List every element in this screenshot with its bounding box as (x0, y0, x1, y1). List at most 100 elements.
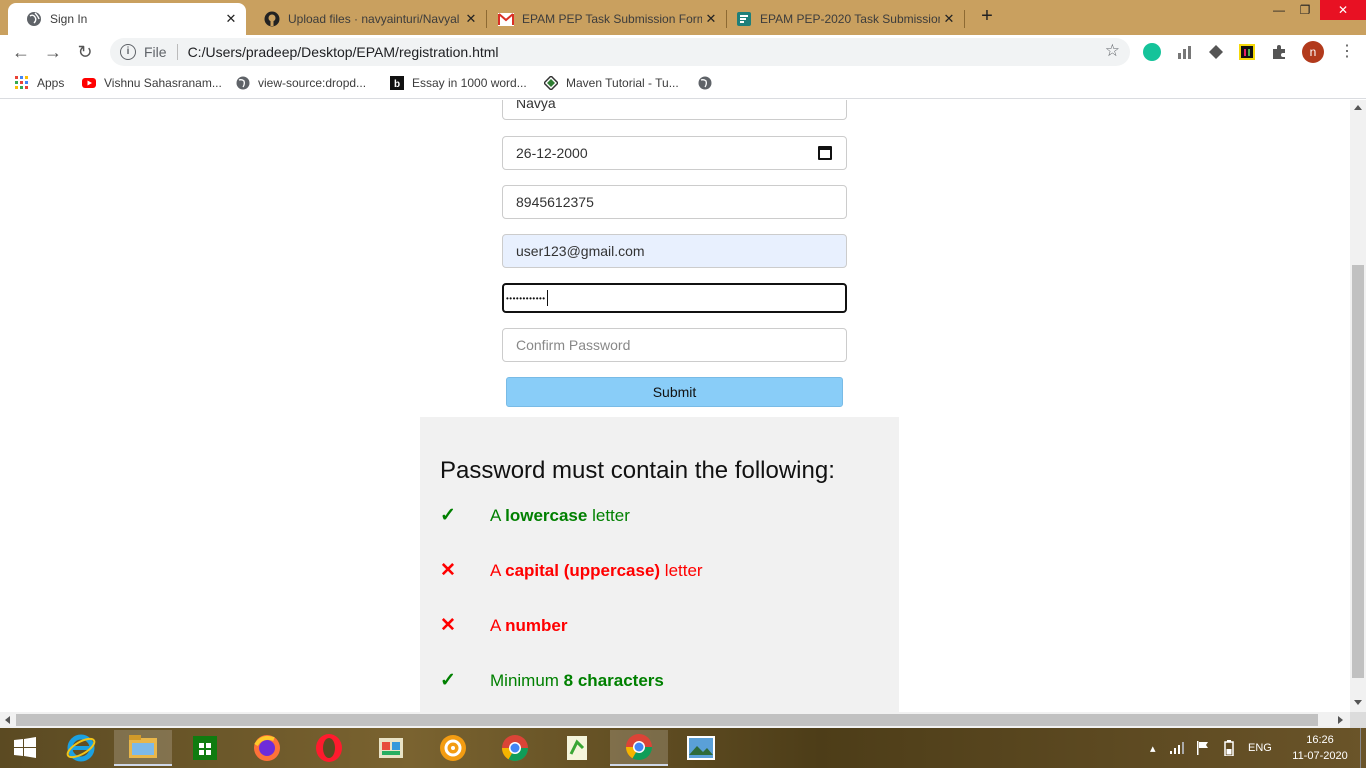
globe-icon (698, 76, 712, 90)
bookmark-view-source[interactable]: view-source:dropd... (236, 76, 366, 90)
apps-grid-icon (15, 76, 29, 90)
rule-prefix: A (490, 560, 506, 580)
password-field[interactable]: •••••••••••• (502, 283, 847, 313)
password-requirements-panel: Password must contain the following: ✓ A… (420, 417, 899, 712)
scroll-left-arrow-icon[interactable] (5, 716, 10, 724)
scheme-label: File (144, 44, 167, 60)
rule-suffix: letter (587, 505, 630, 525)
name-field[interactable]: Navya (502, 100, 847, 120)
analytics-extension-icon[interactable] (1176, 43, 1194, 61)
site-info-icon[interactable]: i (120, 44, 136, 60)
store-icon[interactable] (176, 730, 234, 766)
calendar-icon[interactable] (818, 146, 832, 160)
profile-avatar[interactable]: n (1302, 41, 1324, 63)
dob-field[interactable]: 26-12-2000 (502, 136, 847, 170)
gmail-icon (498, 11, 514, 27)
extension-layers-icon[interactable] (1207, 43, 1225, 61)
scroll-right-arrow-icon[interactable] (1338, 716, 1343, 724)
rule-prefix: A (490, 505, 506, 525)
bookmark-apps[interactable]: Apps (15, 76, 64, 90)
bookmark-label: view-source:dropd... (258, 76, 367, 90)
close-tab-icon[interactable]: ✕ (462, 11, 480, 27)
show-desktop-button[interactable] (1360, 728, 1366, 768)
vlc-icon[interactable] (424, 730, 482, 766)
rule-keyword: 8 characters (563, 670, 664, 690)
tab-divider (964, 10, 965, 28)
action-center-flag-icon[interactable] (1196, 728, 1210, 768)
phone-value: 8945612375 (516, 194, 594, 210)
scrollbar-corner (1350, 712, 1366, 728)
firefox-icon[interactable] (238, 730, 296, 766)
grammarly-icon[interactable] (1143, 43, 1161, 61)
vertical-scroll-thumb[interactable] (1352, 265, 1364, 678)
email-value: user123@gmail.com (516, 243, 645, 259)
maven-icon (542, 74, 560, 92)
close-tab-icon[interactable]: ✕ (222, 11, 240, 27)
opera-icon[interactable] (300, 730, 358, 766)
browser-toolbar: ← → ↻ i File C:/Users/pradeep/Desktop/EP… (0, 35, 1366, 69)
notepad-plus-icon[interactable] (548, 730, 606, 766)
browser-tab-strip: Sign In ✕ Upload files · navyainturi/Nav… (0, 0, 1366, 35)
tab-epam-pep-form[interactable]: EPAM PEP Task Submission Form ✕ (480, 3, 726, 35)
horizontal-scroll-thumb[interactable] (16, 714, 1318, 726)
essay-icon: b (390, 76, 404, 90)
extensions-puzzle-icon[interactable] (1270, 43, 1288, 61)
vertical-scrollbar[interactable] (1350, 100, 1366, 712)
phone-field[interactable]: 8945612375 (502, 185, 847, 219)
rule-uppercase: ✕ A capital (uppercase) letter (440, 559, 703, 582)
globe-icon (26, 11, 42, 27)
rule-keyword: number (505, 615, 568, 635)
new-tab-button[interactable]: + (976, 5, 998, 27)
windows-taskbar: ▴ ENG 16:26 11-07-2020 (0, 728, 1366, 768)
bookmark-label: Apps (37, 76, 65, 90)
reload-button[interactable]: ↻ (74, 41, 96, 63)
battery-icon[interactable] (1224, 728, 1234, 768)
text-caret (546, 290, 548, 306)
restore-button[interactable]: ❐ (1290, 0, 1320, 20)
internet-explorer-icon[interactable] (52, 730, 110, 766)
control-panel-icon[interactable] (362, 730, 420, 766)
bookmark-label: Vishnu Sahasranam... (104, 76, 222, 90)
rule-lowercase: ✓ A lowercase letter (440, 504, 630, 527)
back-button[interactable]: ← (10, 41, 32, 63)
bookmark-label: Maven Tutorial - Tu... (566, 76, 679, 90)
close-tab-icon[interactable]: ✕ (940, 11, 958, 27)
notion-extension-icon[interactable] (1238, 43, 1256, 61)
tab-upload-files[interactable]: Upload files · navyainturi/Navyal ✕ (246, 3, 486, 35)
menu-kebab-icon[interactable]: ⋮ (1336, 41, 1358, 63)
bookmark-star-icon[interactable]: ☆ (1105, 41, 1120, 61)
email-field[interactable]: user123@gmail.com (502, 234, 847, 268)
url-text: C:/Users/pradeep/Desktop/EPAM/registrati… (187, 44, 499, 60)
chrome-icon[interactable] (486, 730, 544, 766)
tab-sign-in[interactable]: Sign In ✕ (8, 3, 246, 35)
rule-number: ✕ A number (440, 614, 567, 637)
system-clock[interactable]: 16:26 11-07-2020 (1290, 732, 1350, 764)
language-indicator[interactable]: ENG (1248, 728, 1272, 768)
address-bar[interactable]: i File C:/Users/pradeep/Desktop/EPAM/reg… (110, 38, 1130, 66)
scroll-up-arrow-icon[interactable] (1354, 105, 1362, 110)
globe-icon (236, 76, 250, 90)
chrome-active-icon[interactable] (610, 730, 668, 766)
bookmark-globe[interactable] (698, 76, 720, 90)
scroll-down-arrow-icon[interactable] (1354, 700, 1362, 705)
rule-prefix: Minimum (490, 670, 564, 690)
clock-date: 11-07-2020 (1292, 750, 1348, 762)
bookmark-label: Essay in 1000 word... (412, 76, 527, 90)
close-window-button[interactable]: ✕ (1320, 0, 1366, 20)
bookmark-maven[interactable]: Maven Tutorial - Tu... (542, 74, 679, 92)
show-hidden-icons-icon[interactable]: ▴ (1150, 728, 1156, 768)
file-explorer-icon[interactable] (114, 730, 172, 766)
rule-keyword: capital (uppercase) (505, 560, 661, 580)
windows-start-icon[interactable] (0, 730, 50, 766)
photos-icon[interactable] (672, 730, 730, 766)
submit-button[interactable]: Submit (506, 377, 843, 407)
network-signal-icon[interactable] (1170, 728, 1186, 768)
tab-epam-pep-2020[interactable]: EPAM PEP-2020 Task Submission ✕ (718, 3, 964, 35)
bookmark-vishnu[interactable]: Vishnu Sahasranam... (82, 76, 222, 90)
tab-title: EPAM PEP Task Submission Form (522, 12, 702, 26)
bookmark-essay[interactable]: b Essay in 1000 word... (390, 76, 527, 90)
confirm-password-field[interactable]: Confirm Password (502, 328, 847, 362)
forward-button[interactable]: → (42, 41, 64, 63)
horizontal-scrollbar[interactable] (0, 712, 1350, 728)
tab-title: Sign In (50, 12, 88, 26)
